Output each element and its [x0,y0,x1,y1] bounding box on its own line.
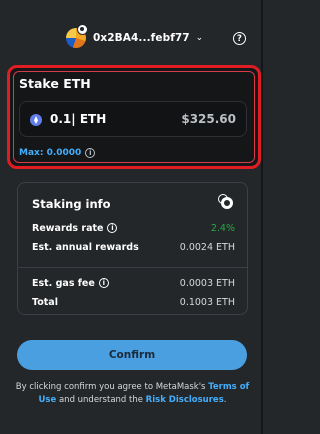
account-avatar [66,24,88,48]
stake-amount-input[interactable]: 0.1| ETH $325.60 [19,101,247,137]
disclaimer-text: By clicking confirm you agree to MetaMas… [14,381,251,407]
header: 0x2BA4...febf77 ⌄ ? [0,22,263,54]
stake-input-section: Stake ETH 0.1| ETH $325.60 Max: 0.0000 i [7,65,261,169]
disclaimer-middle: and understand the [56,395,146,405]
total-value: 0.1003 ETH [179,296,235,308]
annual-rewards-value: 0.0024 ETH [179,241,235,253]
risk-disclosures-link[interactable]: Risk Disclosures [146,395,224,405]
gas-fee-value: 0.0003 ETH [179,277,235,289]
total-label: Total [32,296,58,308]
stake-title: Stake ETH [19,76,91,91]
rewards-rate-label: Rewards rate [32,222,104,234]
confirm-button[interactable]: Confirm [17,340,247,370]
help-icon[interactable]: ? [233,32,246,45]
max-amount-link[interactable]: Max: 0.0000 i [19,148,96,158]
annual-rewards-row: Est. annual rewards 0.0024 ETH [32,240,235,254]
max-label: Max: 0.0000 [19,148,82,158]
info-icon[interactable]: i [85,148,96,158]
account-selector[interactable]: 0x2BA4...febf77 ⌄ [66,24,204,50]
eth-icon [30,114,42,126]
network-badge-icon [77,24,88,35]
stake-panel: 0x2BA4...febf77 ⌄ ? Stake ETH 0.1| ETH $… [0,0,263,434]
annual-rewards-label: Est. annual rewards [32,241,139,253]
total-row: Total 0.1003 ETH [32,295,235,309]
staking-info-title: Staking info [32,197,111,211]
gas-fee-label: Est. gas fee [32,277,95,289]
info-icon[interactable]: i [107,223,118,233]
staking-info-card: Staking info Rewards rate i 2.4% Est. an… [17,182,248,315]
rewards-rate-value: 2.4% [210,222,235,234]
rewards-rate-row: Rewards rate i 2.4% [32,221,235,235]
divider [18,267,247,268]
disclaimer-suffix: . [223,395,227,405]
amount-fiat-value: $325.60 [181,112,236,126]
info-icon[interactable]: i [98,278,109,288]
gas-fee-row: Est. gas fee i 0.0003 ETH [32,276,235,290]
disclaimer-prefix: By clicking confirm you agree to MetaMas… [15,382,209,392]
coins-icon [221,197,233,209]
account-address: 0x2BA4...febf77 [93,32,190,44]
amount-value: 0.1| ETH [50,112,107,126]
chevron-down-icon: ⌄ [195,33,204,43]
